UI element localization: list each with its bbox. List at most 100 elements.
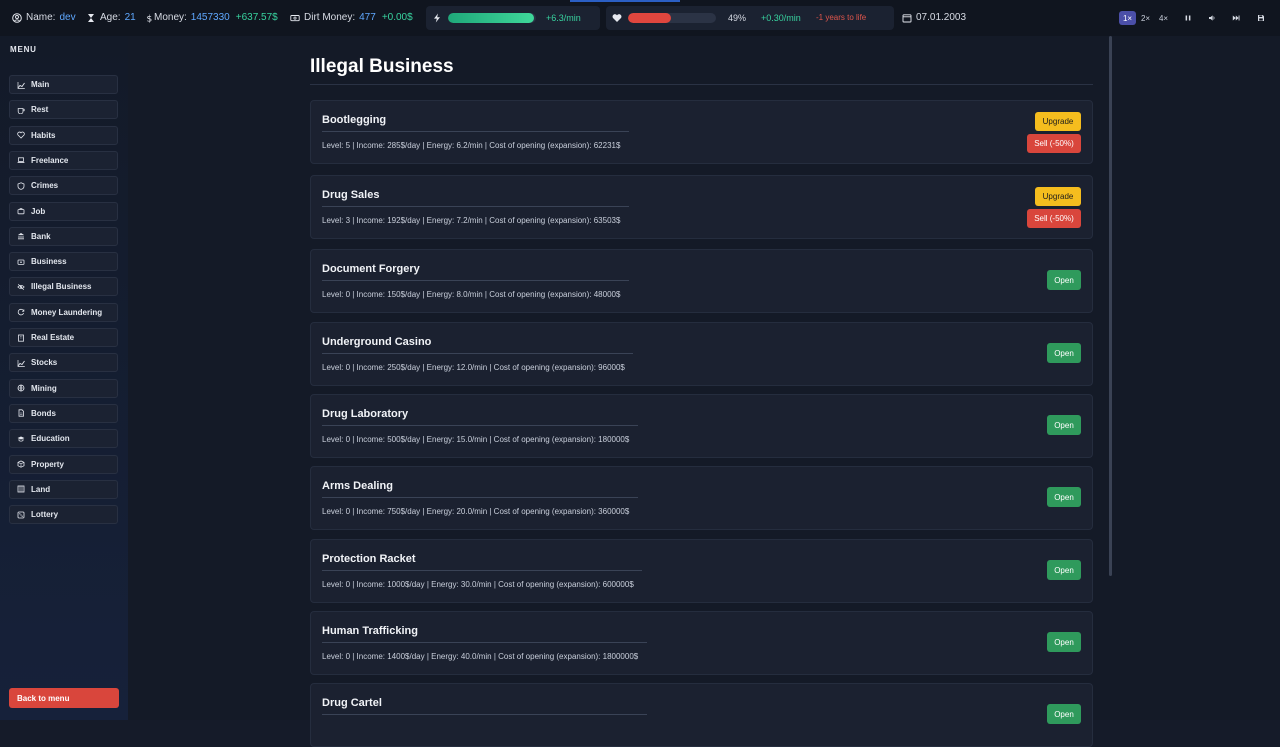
business-name: Drug Sales bbox=[322, 189, 380, 201]
refresh-icon bbox=[17, 308, 25, 316]
sidebar-item-label: Lottery bbox=[31, 510, 59, 520]
sidebar-item-main[interactable]: Main bbox=[9, 75, 118, 94]
sidebar-item-money-laundering[interactable]: Money Laundering bbox=[9, 302, 118, 322]
business-info: Level: 0 | Income: 1400$/day | Energy: 4… bbox=[322, 652, 639, 661]
sidebar-item-label: Land bbox=[31, 484, 51, 494]
name-label: Name: bbox=[26, 12, 56, 23]
sidebar-item-lottery[interactable]: Lottery bbox=[9, 505, 118, 525]
sidebar-item-real-estate[interactable]: Real Estate bbox=[9, 328, 118, 347]
sidebar-item-education[interactable]: Education bbox=[9, 429, 118, 449]
sidebar-item-label: Education bbox=[31, 434, 70, 444]
money-delta: +637.57$ bbox=[235, 12, 278, 23]
sidebar-item-freelance[interactable]: Freelance bbox=[9, 150, 118, 170]
sidebar-item-bank[interactable]: Bank bbox=[9, 226, 118, 246]
sidebar-item-illegal-business[interactable]: Illegal Business bbox=[9, 277, 118, 297]
business-name: Bootlegging bbox=[322, 114, 387, 126]
business-divider bbox=[322, 642, 647, 643]
business-name: Protection Racket bbox=[322, 553, 416, 565]
business-card: Bootlegging Level: 5 | Income: 285$/day |… bbox=[310, 100, 1093, 164]
speed-2x-button[interactable]: 2× bbox=[1137, 11, 1154, 25]
age-value: 21 bbox=[124, 12, 136, 23]
sidebar-item-crimes[interactable]: Crimes bbox=[9, 176, 118, 196]
sidebar-item-label: Money Laundering bbox=[31, 307, 103, 317]
open-button[interactable]: Open bbox=[1047, 415, 1081, 435]
sidebar-item-business[interactable]: Business bbox=[9, 252, 118, 272]
cash-icon bbox=[290, 13, 300, 23]
life-change: -1 years to life bbox=[816, 13, 867, 22]
energy-panel: +6.3/min bbox=[426, 6, 600, 30]
business-card: Underground Casino Level: 0 | Income: 250… bbox=[310, 322, 1093, 386]
save-button[interactable] bbox=[1253, 11, 1269, 25]
sidebar-item-label: Bonds bbox=[31, 408, 56, 418]
upgrade-button[interactable]: Upgrade bbox=[1035, 112, 1081, 131]
box-icon bbox=[17, 460, 25, 468]
business-divider bbox=[322, 353, 633, 354]
business-name: Human Trafficking bbox=[322, 625, 418, 637]
sidebar-item-label: Crimes bbox=[31, 181, 59, 191]
business-info: Level: 0 | Income: 1000$/day | Energy: 3… bbox=[322, 580, 634, 589]
business-name: Drug Cartel bbox=[322, 697, 382, 709]
business-info: Level: 5 | Income: 285$/day | Energy: 6.… bbox=[322, 141, 621, 150]
eye-slash-icon bbox=[17, 283, 25, 291]
page-title: Illegal Business bbox=[310, 56, 454, 77]
speaker-icon bbox=[1209, 15, 1215, 21]
health-percent: 49% bbox=[728, 13, 747, 23]
date-stat: 07.01.2003 bbox=[902, 12, 966, 23]
skip-button[interactable] bbox=[1228, 11, 1244, 25]
energy-rate: +6.3/min bbox=[546, 13, 581, 23]
hourglass-icon bbox=[86, 13, 96, 23]
heart-icon bbox=[612, 13, 622, 23]
sidebar-item-job[interactable]: Job bbox=[9, 201, 118, 221]
open-button[interactable]: Open bbox=[1047, 343, 1081, 363]
open-button[interactable]: Open bbox=[1047, 704, 1081, 724]
sell-button[interactable]: Sell (-50%) bbox=[1027, 209, 1081, 228]
sidebar-item-land[interactable]: Land bbox=[9, 479, 118, 499]
top-status-bar: Name: dev Age: 21 $ Money: 1457330 +637.… bbox=[0, 0, 1280, 37]
sound-button[interactable] bbox=[1204, 11, 1220, 25]
energy-bar-fill bbox=[448, 13, 535, 23]
open-button[interactable]: Open bbox=[1047, 560, 1081, 580]
sidebar-item-property[interactable]: Property bbox=[9, 454, 118, 474]
sidebar-item-label: Property bbox=[31, 459, 64, 469]
sell-button[interactable]: Sell (-50%) bbox=[1027, 134, 1081, 153]
sidebar-item-bonds[interactable]: Bonds bbox=[9, 403, 118, 423]
sidebar-item-habits[interactable]: Habits bbox=[9, 125, 118, 145]
sidebar-item-mining[interactable]: Mining bbox=[9, 378, 118, 398]
business-divider bbox=[322, 206, 629, 207]
business-card: Arms Dealing Level: 0 | Income: 750$/day … bbox=[310, 466, 1093, 530]
graduation-icon bbox=[17, 435, 25, 443]
upgrade-button[interactable]: Upgrade bbox=[1035, 187, 1081, 206]
business-info: Level: 0 | Income: 750$/day | Energy: 20… bbox=[322, 507, 630, 516]
sidebar-item-stocks[interactable]: Stocks bbox=[9, 353, 118, 373]
back-to-menu-button[interactable]: Back to menu bbox=[9, 688, 119, 708]
map-icon bbox=[17, 485, 25, 493]
health-rate: +0.30/min bbox=[761, 13, 801, 23]
user-icon bbox=[12, 12, 22, 23]
business-info: Level: 3 | Income: 192$/day | Energy: 7.… bbox=[322, 216, 621, 225]
pause-button[interactable] bbox=[1180, 11, 1196, 25]
sidebar-item-label: Main bbox=[31, 80, 50, 89]
dice-icon bbox=[17, 511, 25, 519]
dirt-money-delta: +0.00$ bbox=[381, 12, 413, 23]
open-button[interactable]: Open bbox=[1047, 632, 1081, 652]
bank-icon bbox=[17, 232, 25, 240]
open-button[interactable]: Open bbox=[1047, 270, 1081, 290]
business-name: Arms Dealing bbox=[322, 480, 393, 492]
business-info: Level: 0 | Income: 250$/day | Energy: 12… bbox=[322, 363, 625, 372]
menu-title: MENU bbox=[10, 45, 37, 54]
globe-icon bbox=[17, 384, 25, 392]
business-name: Drug Laboratory bbox=[322, 408, 409, 420]
age-label: Age: bbox=[100, 12, 121, 23]
sidebar: MENU Main Rest Habits Freelance Crimes Job Ban… bbox=[0, 36, 128, 720]
sidebar-item-rest[interactable]: Rest bbox=[9, 100, 118, 120]
scrollbar-thumb[interactable] bbox=[1109, 36, 1112, 576]
building-icon bbox=[17, 334, 25, 342]
dollar-icon: $ bbox=[144, 13, 153, 23]
open-button[interactable]: Open bbox=[1047, 487, 1081, 507]
dirt-money-stat: Dirt Money: 477 +0.00$ bbox=[290, 12, 413, 23]
speed-4x-button[interactable]: 4× bbox=[1155, 11, 1172, 25]
save-icon bbox=[1258, 15, 1264, 21]
document-icon bbox=[17, 409, 25, 417]
title-divider bbox=[310, 84, 1093, 85]
speed-1x-button[interactable]: 1× bbox=[1119, 11, 1136, 25]
